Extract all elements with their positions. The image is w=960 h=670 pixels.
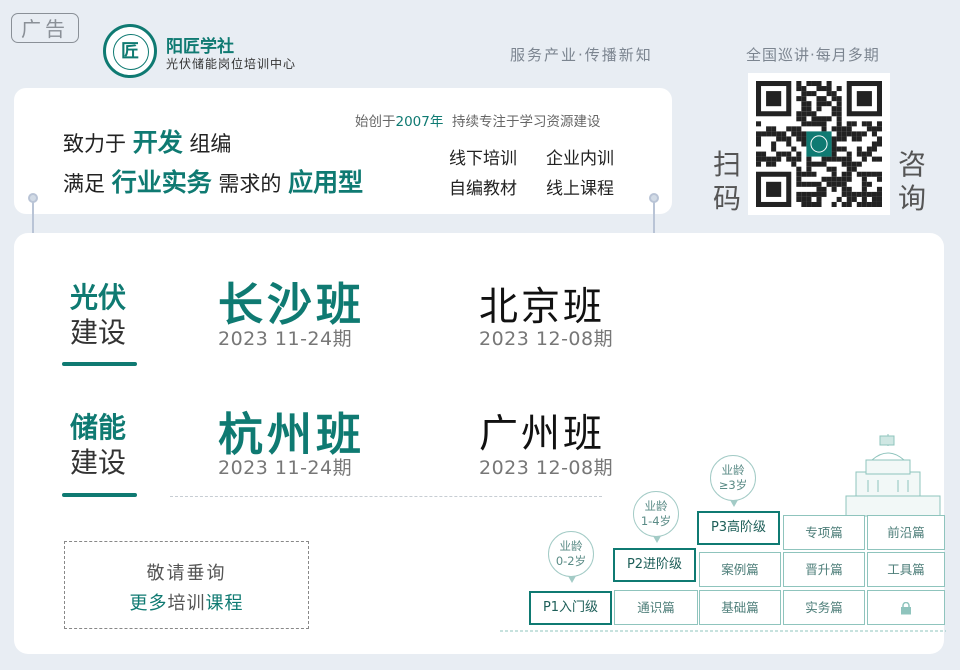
service-textbook: 自编教材 — [449, 179, 517, 199]
intro-line-1: 致力于 开发 组编 — [63, 128, 232, 157]
connector-dot — [28, 193, 38, 203]
ad-label: 广告 — [11, 13, 79, 43]
level-p2[interactable]: P2进阶级 — [613, 548, 696, 582]
course-frontier[interactable]: 前沿篇 — [867, 515, 945, 550]
brand-logo: 匠 — [103, 24, 157, 78]
more-courses-box[interactable]: 敬请垂询 更多培训课程 — [64, 541, 309, 629]
service-online: 线上课程 — [546, 179, 614, 199]
course-special[interactable]: 专项篇 — [783, 515, 865, 550]
category-underline — [62, 493, 137, 497]
category-pv: 光伏 建设 — [69, 281, 126, 349]
course-general[interactable]: 通识篇 — [614, 590, 698, 625]
connector-dot — [649, 193, 659, 203]
course-tools[interactable]: 工具篇 — [867, 552, 945, 587]
level-p1[interactable]: P1入门级 — [529, 591, 612, 625]
logo-glyph: 匠 — [121, 41, 139, 62]
slogan-left: 服务产业·传播新知 — [510, 46, 653, 64]
brand-name: 阳匠学社 — [166, 37, 234, 57]
scan-label: 扫码 — [713, 148, 742, 215]
class-period: 2023 11-24期 — [218, 457, 353, 479]
lock-icon — [901, 601, 911, 615]
course-locked[interactable] — [867, 590, 945, 625]
consult-label: 咨询 — [898, 148, 927, 215]
class-period: 2023 11-24期 — [218, 328, 353, 350]
class-period: 2023 12-08期 — [479, 328, 614, 350]
intro-line-2: 满足 行业实务 需求的 应用型 — [63, 168, 364, 197]
experience-bubble-p1: 业龄 0-2岁 — [548, 531, 594, 583]
inquiry-text: 敬请垂询 — [146, 563, 227, 584]
service-corporate: 企业内训 — [546, 149, 614, 169]
category-storage: 储能 建设 — [69, 411, 126, 479]
more-courses-text: 更多培训课程 — [129, 593, 244, 614]
category-underline — [62, 362, 137, 366]
qr-code[interactable] — [748, 73, 890, 215]
course-basics[interactable]: 基础篇 — [699, 590, 781, 625]
level-p3[interactable]: P3高阶级 — [697, 511, 780, 545]
experience-bubble-p3: 业龄 ≥3岁 — [710, 455, 756, 507]
brand-subtitle: 光伏储能岗位培训中心 — [166, 57, 297, 71]
course-promotion[interactable]: 晋升篇 — [783, 552, 865, 587]
service-offline: 线下培训 — [449, 149, 517, 169]
slogan-right: 全国巡讲·每月多期 — [746, 46, 880, 64]
since-text: 始创于2007年 持续专注于学习资源建设 — [355, 114, 601, 130]
experience-bubble-p2: 业龄 1-4岁 — [633, 491, 679, 543]
course-practice[interactable]: 实务篇 — [783, 590, 865, 625]
course-cases[interactable]: 案例篇 — [699, 552, 781, 587]
